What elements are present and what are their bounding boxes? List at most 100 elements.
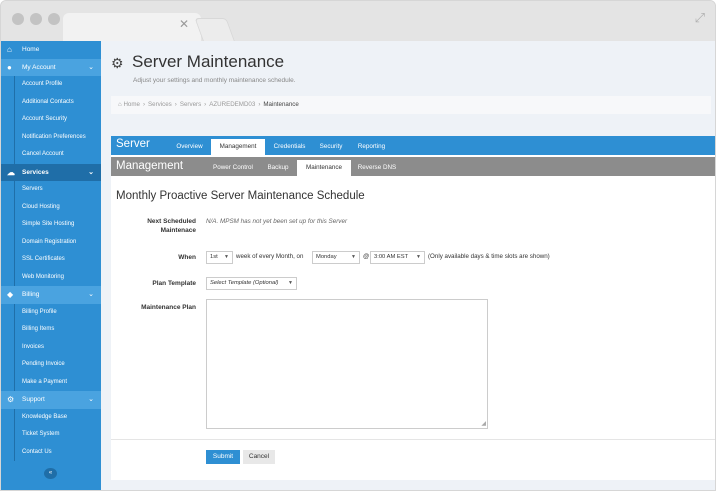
breadcrumb-separator: › — [142, 101, 146, 108]
tab-reverse-dns[interactable]: Reverse DNS — [353, 160, 401, 176]
sidebar-item-contact-us[interactable]: Contact Us — [14, 443, 101, 461]
tab-overview[interactable]: Overview — [171, 139, 208, 155]
sidebar-item-services[interactable]: ☁ Services ⌄ — [1, 163, 101, 181]
week-text: week of every Month, on — [236, 253, 304, 260]
window-close-dot[interactable] — [12, 13, 24, 25]
breadcrumb-home[interactable]: Home — [123, 101, 140, 108]
cancel-button[interactable]: Cancel — [243, 450, 275, 464]
chevron-down-icon: ⌄ — [88, 168, 94, 176]
management-nav: Management Power Control Backup Maintena… — [111, 157, 715, 176]
sidebar-item-label: Support — [22, 396, 45, 403]
tab-maintenance[interactable]: Maintenance — [297, 160, 351, 176]
browser-chrome: ✕ ⤢ — [1, 1, 715, 43]
sidebar-item-support[interactable]: ⚙ Support ⌄ — [1, 391, 101, 409]
sidebar-item-make-a-payment[interactable]: Make a Payment — [14, 373, 101, 391]
tab-reporting[interactable]: Reporting — [351, 139, 392, 155]
sidebar-item-invoices[interactable]: Invoices — [14, 338, 101, 356]
breadcrumb-server[interactable]: AZUREDEMD03 — [209, 101, 255, 108]
tag-icon: ◆ — [7, 290, 14, 299]
sidebar-item-notification-preferences[interactable]: Notification Preferences — [14, 128, 101, 146]
page-header: ⚙ Server Maintenance Adjust your setting… — [101, 41, 715, 136]
time-select[interactable]: 3:00 AM EST ▼ — [370, 251, 425, 264]
sidebar-item-billing-profile[interactable]: Billing Profile — [14, 303, 101, 321]
sidebar-item-domain-registration[interactable]: Domain Registration — [14, 233, 101, 251]
chevron-down-icon: ⌄ — [88, 291, 94, 298]
tab-close-icon[interactable]: ✕ — [179, 18, 189, 30]
sidebar-item-cancel-account[interactable]: Cancel Account — [14, 146, 101, 164]
sidebar-item-label: Services — [22, 168, 49, 176]
submit-button[interactable]: Submit — [206, 450, 240, 464]
maintenance-panel: Server Overview Management Credentials S… — [111, 136, 715, 480]
window-maximize-dot[interactable] — [48, 13, 60, 25]
tab-management[interactable]: Management — [211, 139, 265, 155]
next-scheduled-value: N/A. MPSM has not yet been set up for th… — [206, 218, 348, 225]
server-nav-title: Server — [116, 138, 150, 150]
next-scheduled-label-line2: Maintenace — [160, 227, 196, 234]
tab-power-control[interactable]: Power Control — [205, 160, 261, 176]
day-select[interactable]: Monday ▼ — [312, 251, 360, 264]
breadcrumb-separator: › — [174, 101, 177, 108]
breadcrumb: ⌂ Home › Services › Servers › AZUREDEMD03 › Main… — [111, 96, 711, 114]
day-select-value: Monday — [316, 254, 337, 260]
sidebar-item-cloud-hosting[interactable]: Cloud Hosting — [14, 198, 101, 216]
sidebar-item-ticket-system[interactable]: Ticket System — [14, 426, 101, 444]
resize-grip-icon[interactable]: ◢ — [481, 421, 486, 427]
chevron-down-icon: ▼ — [351, 254, 356, 260]
maintenance-plan-textarea[interactable]: ◢ — [206, 299, 488, 429]
plan-template-value: Select Template (Optional) — [210, 280, 279, 286]
at-symbol: @ — [363, 253, 370, 260]
breadcrumb-current: Maintenance — [263, 101, 299, 108]
week-select-value: 1st — [210, 254, 218, 260]
tab-security[interactable]: Security — [314, 139, 348, 155]
management-nav-title: Management — [116, 160, 184, 172]
sidebar-item-account-profile[interactable]: Account Profile — [14, 76, 101, 94]
page-subtitle: Adjust your settings and monthly mainten… — [133, 77, 296, 84]
sidebar-item-label: Billing — [22, 291, 40, 298]
sidebar-item-ssl-certificates[interactable]: SSL Certificates — [14, 251, 101, 269]
next-scheduled-label: Next Scheduled Maintenace — [111, 217, 196, 235]
browser-tab[interactable]: ✕ — [63, 13, 201, 43]
chevron-down-icon: ▼ — [224, 254, 229, 260]
when-label: When — [178, 254, 196, 261]
sidebar-item-label: My Account — [22, 63, 56, 71]
maintenance-plan-label: Maintenance Plan — [141, 304, 196, 311]
chevron-down-icon: ▼ — [416, 254, 421, 260]
sidebar-item-servers[interactable]: Servers — [14, 181, 101, 199]
sidebar-item-web-monitoring[interactable]: Web Monitoring — [14, 268, 101, 286]
sidebar-item-knowledge-base[interactable]: Knowledge Base — [14, 408, 101, 426]
time-note: (Only available days & time slots are sh… — [428, 253, 550, 260]
cloud-icon: ☁ — [7, 167, 15, 177]
tab-credentials[interactable]: Credentials — [268, 139, 311, 155]
sidebar-item-billing[interactable]: ◆ Billing ⌄ — [1, 286, 101, 304]
sidebar-item-account-security[interactable]: Account Security — [14, 111, 101, 129]
form-divider — [111, 439, 715, 440]
week-select[interactable]: 1st ▼ — [206, 251, 233, 264]
gear-icon: ⚙ — [7, 395, 15, 404]
tab-backup[interactable]: Backup — [263, 160, 293, 176]
form-title: Monthly Proactive Server Maintenance Sch… — [116, 190, 365, 202]
sidebar-item-additional-contacts[interactable]: Additional Contacts — [14, 93, 101, 111]
chevron-down-icon: ⌄ — [88, 63, 94, 71]
sidebar-item-home[interactable]: ⌂ Home — [1, 41, 101, 59]
collapse-sidebar-icon[interactable]: « — [44, 468, 57, 479]
window-minimize-dot[interactable] — [30, 13, 42, 25]
sidebar-item-pending-invoice[interactable]: Pending Invoice — [14, 356, 101, 374]
fullscreen-icon[interactable]: ⤢ — [695, 10, 705, 26]
main-content: ⚙ Server Maintenance Adjust your setting… — [101, 41, 715, 490]
chevron-down-icon: ▼ — [288, 280, 293, 286]
sidebar-collapse: « — [1, 468, 101, 482]
sidebar-item-billing-items[interactable]: Billing Items — [14, 321, 101, 339]
breadcrumb-servers[interactable]: Servers — [180, 101, 201, 108]
browser-window: ✕ ⤢ ⌂ Home ● My Account ⌄ Account Profil… — [0, 0, 716, 491]
user-icon: ● — [7, 62, 12, 72]
breadcrumb-services[interactable]: Services — [148, 101, 172, 108]
plan-template-select[interactable]: Select Template (Optional) ▼ — [206, 277, 297, 290]
plan-template-label: Plan Template — [152, 280, 196, 287]
next-scheduled-label-line1: Next Scheduled — [147, 218, 196, 225]
sidebar-item-simple-site-hosting[interactable]: Simple Site Hosting — [14, 216, 101, 234]
server-nav: Server Overview Management Credentials S… — [111, 136, 715, 155]
sidebar-item-label: Home — [22, 46, 40, 53]
sidebar-item-my-account[interactable]: ● My Account ⌄ — [1, 58, 101, 76]
page-title: Server Maintenance — [132, 52, 285, 71]
time-select-value: 3:00 AM EST — [374, 254, 409, 260]
